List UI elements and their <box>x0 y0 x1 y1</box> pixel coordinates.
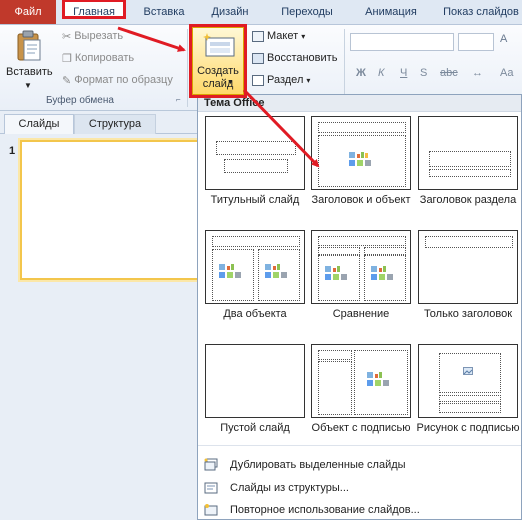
content-placeholder-icon <box>265 264 287 278</box>
slide-thumbnail[interactable] <box>20 140 200 280</box>
reset-button[interactable]: Восстановить <box>252 52 337 64</box>
layout-label: Два объекта <box>223 308 287 320</box>
underline-button[interactable]: Ч <box>400 67 407 79</box>
reuse-slides-icon <box>204 504 218 516</box>
duplicate-slides-icon <box>204 458 218 471</box>
layout-thumbnail <box>311 116 411 190</box>
content-placeholder-icon <box>367 372 389 386</box>
new-slide-gallery: Тема Office Титульный слайд Заголовок и … <box>197 94 522 520</box>
format-painter-button[interactable]: ✎ Формат по образцу <box>62 74 173 88</box>
cut-button[interactable]: ✂ Вырезать <box>62 30 124 44</box>
slides-from-outline-icon <box>204 482 218 494</box>
content-placeholder-icon <box>325 266 347 280</box>
clipboard-group-label: Буфер обмена <box>46 95 114 106</box>
section-button[interactable]: Раздел ▾ <box>252 74 310 86</box>
tab-file[interactable]: Файл <box>0 0 56 24</box>
copy-button[interactable]: ❐ Копировать <box>62 52 135 66</box>
font-size-box[interactable] <box>458 33 494 51</box>
scissors-icon: ✂ <box>62 31 72 44</box>
font-grow-icon[interactable]: A <box>500 33 507 45</box>
reuse-slides-command[interactable]: Повторное использование слайдов... <box>204 500 514 520</box>
tab-animation[interactable]: Анимация <box>356 0 426 24</box>
layout-label: Заголовок и объект <box>311 194 411 206</box>
section-icon <box>252 74 264 86</box>
new-slide-button[interactable]: Создать слайд ▼ <box>192 27 244 95</box>
layout-button[interactable]: Макет ▾ <box>252 30 305 42</box>
format-painter-label: Формат по образцу <box>74 74 173 86</box>
layout-thumbnail <box>311 344 411 418</box>
reuse-slides-label: Повторное использование слайдов... <box>230 504 420 516</box>
new-slide-label-2: слайд <box>202 78 234 90</box>
cut-label: Вырезать <box>74 30 124 42</box>
picture-placeholder-icon <box>463 367 473 375</box>
layout-thumbnail <box>205 344 305 418</box>
layout-label: Только заголовок <box>423 308 513 320</box>
tab-design[interactable]: Дизайн <box>204 0 256 24</box>
char-spacing-icon[interactable]: ↔ <box>472 67 483 79</box>
new-slide-icon <box>203 33 235 57</box>
paste-icon[interactable] <box>16 30 42 62</box>
new-slide-label-1: Создать <box>197 65 239 77</box>
layout-label: Пустой слайд <box>220 422 290 434</box>
group-separator <box>187 29 188 107</box>
italic-button[interactable]: К <box>378 67 384 79</box>
tab-transitions[interactable]: Переходы <box>274 0 340 24</box>
slides-from-outline-label: Слайды из структуры... <box>230 482 349 494</box>
layout-thumbnail <box>418 230 518 304</box>
slide-number: 1 <box>9 145 16 157</box>
ribbon-tab-bar: Файл Главная Вставка Дизайн Переходы Ани… <box>0 0 522 25</box>
slides-from-outline-command[interactable]: Слайды из структуры... <box>204 478 514 498</box>
divider <box>198 445 521 446</box>
copy-label: Копировать <box>74 52 135 64</box>
layout-thumbnail <box>205 116 305 190</box>
paste-dropdown-arrow-icon[interactable]: ▼ <box>24 81 32 90</box>
layout-thumbnail <box>311 230 411 304</box>
layout-label: Заголовок раздела <box>419 194 517 206</box>
copy-icon: ❐ <box>62 53 72 66</box>
duplicate-slides-command[interactable]: Дублировать выделенные слайды <box>204 455 514 475</box>
format-painter-icon: ✎ <box>62 75 72 88</box>
shadow-button[interactable]: S <box>420 67 427 79</box>
content-placeholder-icon <box>219 264 241 278</box>
layout-label: Титульный слайд <box>210 194 300 206</box>
strikethrough-button[interactable]: abc <box>440 67 458 79</box>
change-case-icon[interactable]: Aa <box>500 67 513 79</box>
layout-thumbnail <box>418 116 518 190</box>
layout-thumbnail <box>418 344 518 418</box>
content-placeholder-icon <box>349 152 371 166</box>
tab-slideshow[interactable]: Показ слайдов <box>440 0 522 24</box>
slides-pane: Слайды Структура 1 <box>0 111 200 520</box>
layout-thumbnail <box>205 230 305 304</box>
tab-insert[interactable]: Вставка <box>136 0 192 24</box>
dialog-launcher-icon[interactable]: ⌐ <box>176 95 181 104</box>
content-placeholder-icon <box>371 266 393 280</box>
layout-label: Сравнение <box>332 308 390 320</box>
reset-label: Восстановить <box>267 52 338 64</box>
paste-button[interactable]: Вставить <box>6 66 53 78</box>
reset-icon <box>252 52 264 64</box>
section-label: Раздел <box>267 74 304 86</box>
tab-home[interactable]: Главная <box>62 0 126 19</box>
layout-label: Макет <box>267 30 299 42</box>
tab-slides[interactable]: Слайды <box>4 114 74 134</box>
layout-icon <box>252 30 264 42</box>
duplicate-slides-label: Дублировать выделенные слайды <box>230 459 406 471</box>
layout-label: Объект с подписью <box>311 422 411 434</box>
pane-tabs: Слайды Структура <box>0 111 197 134</box>
chevron-down-icon: ▾ <box>306 76 311 85</box>
tab-outline[interactable]: Структура <box>74 114 156 134</box>
bold-button[interactable]: Ж <box>356 67 366 79</box>
layout-label: Рисунок с подписью <box>416 422 520 434</box>
font-name-box[interactable] <box>350 33 454 51</box>
chevron-down-icon: ▼ <box>227 79 234 86</box>
chevron-down-icon: ▾ <box>301 32 306 41</box>
